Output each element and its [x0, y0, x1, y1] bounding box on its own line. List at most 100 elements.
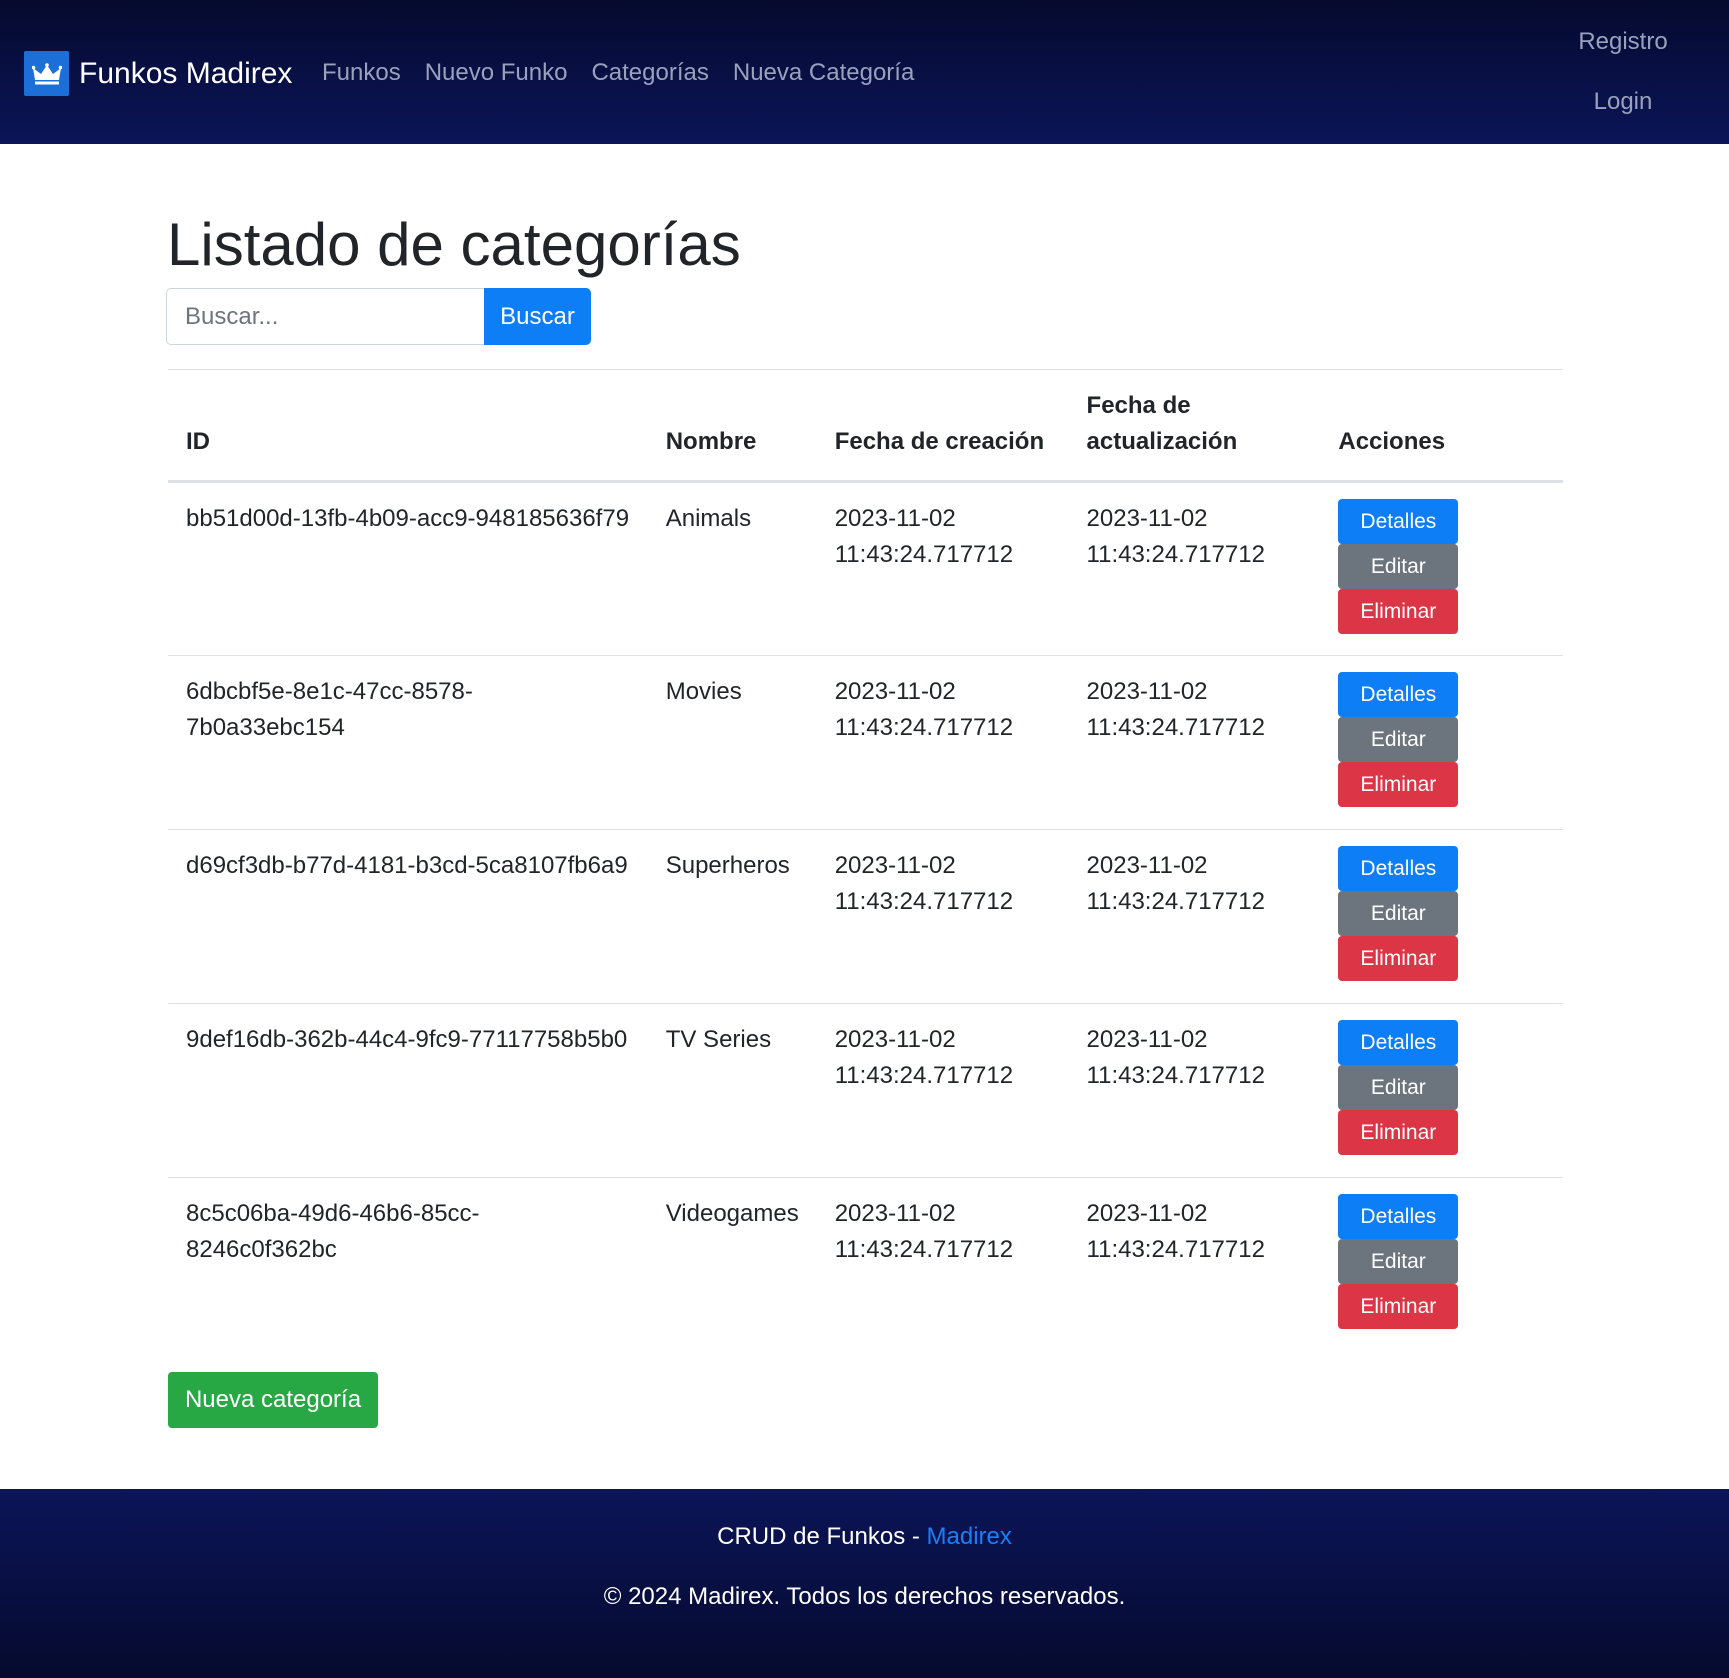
cell-acciones: Detalles Editar Eliminar: [1320, 830, 1563, 1004]
cell-fecha-actualizacion: 2023-11-02 11:43:24.717712: [1069, 1178, 1321, 1352]
nav-link-nueva-categoria[interactable]: Nueva Categoría: [733, 55, 914, 91]
cell-fecha-actualizacion: 2023-11-02 11:43:24.717712: [1069, 1004, 1321, 1178]
table-row: 9def16db-362b-44c4-9fc9-77117758b5b0 TV …: [168, 1004, 1563, 1178]
search-button[interactable]: Buscar: [484, 288, 591, 345]
details-button[interactable]: Detalles: [1338, 499, 1459, 544]
action-buttons: Detalles Editar Eliminar: [1338, 672, 1545, 807]
details-button[interactable]: Detalles: [1338, 1020, 1459, 1065]
created-time: 11:43:24.717712: [834, 541, 1014, 568]
nav-link-login[interactable]: Login: [1553, 84, 1693, 120]
cell-fecha-creacion: 2023-11-02 11:43:24.717712: [817, 830, 1069, 1004]
nav-auth-links: Registro Login: [1553, 24, 1693, 144]
table-row: 8c5c06ba-49d6-46b6-85cc-8246c0f362bc Vid…: [168, 1178, 1563, 1352]
edit-button[interactable]: Editar: [1338, 544, 1459, 589]
new-category-button[interactable]: Nueva categoría: [168, 1372, 378, 1428]
cell-id: 9def16db-362b-44c4-9fc9-77117758b5b0: [186, 1026, 628, 1053]
updated-time: 11:43:24.717712: [1086, 714, 1265, 741]
cell-fecha-creacion: 2023-11-02 11:43:24.717712: [817, 656, 1069, 830]
created-date: 2023-11-02: [834, 678, 956, 705]
edit-button[interactable]: Editar: [1338, 1239, 1459, 1284]
action-buttons: Detalles Editar Eliminar: [1338, 846, 1545, 981]
cell-id: d69cf3db-b77d-4181-b3cd-5ca8107fb6a9: [186, 852, 628, 879]
details-button[interactable]: Detalles: [1338, 672, 1459, 717]
delete-button[interactable]: Eliminar: [1338, 1110, 1459, 1155]
created-date: 2023-11-02: [834, 1200, 956, 1227]
updated-date: 2023-11-02: [1086, 1026, 1208, 1053]
cell-acciones: Detalles Editar Eliminar: [1320, 1004, 1563, 1178]
table-header: ID Nombre Fecha de creación Fecha de act…: [168, 369, 1563, 482]
cell-id: 8c5c06ba-49d6-46b6-85cc-8246c0f362bc: [186, 1200, 480, 1263]
created-time: 11:43:24.717712: [834, 888, 1014, 915]
details-button[interactable]: Detalles: [1338, 846, 1459, 891]
search-form: Buscar: [166, 288, 591, 345]
footer-copyright: © 2024 Madirex. Todos los derechos reser…: [603, 1583, 1126, 1610]
cell-id: bb51d00d-13fb-4b09-acc9-948185636f79: [186, 505, 630, 532]
categories-table: ID Nombre Fecha de creación Fecha de act…: [168, 369, 1563, 1352]
action-buttons: Detalles Editar Eliminar: [1338, 499, 1545, 634]
column-header-id: ID: [186, 428, 210, 455]
table-row: d69cf3db-b77d-4181-b3cd-5ca8107fb6a9 Sup…: [168, 830, 1563, 1004]
nav-link-nuevo-funko[interactable]: Nuevo Funko: [425, 55, 568, 91]
table-row: 6dbcbf5e-8e1c-47cc-8578-7b0a33ebc154 Mov…: [168, 656, 1563, 830]
created-date: 2023-11-02: [834, 852, 956, 879]
cell-nombre: Videogames: [665, 1200, 799, 1227]
cell-nombre: Movies: [665, 678, 742, 705]
delete-button[interactable]: Eliminar: [1338, 1284, 1459, 1329]
table-body: bb51d00d-13fb-4b09-acc9-948185636f79 Ani…: [168, 482, 1563, 1352]
created-time: 11:43:24.717712: [834, 1236, 1014, 1263]
footer-credits: CRUD de Funkos - Madirex: [0, 1519, 1729, 1555]
cell-acciones: Detalles Editar Eliminar: [1320, 1178, 1563, 1352]
cell-fecha-creacion: 2023-11-02 11:43:24.717712: [817, 1178, 1069, 1352]
cell-fecha-creacion: 2023-11-02 11:43:24.717712: [817, 482, 1069, 656]
column-header-fecha-actualizacion: Fecha de actualización: [1086, 392, 1238, 455]
cell-nombre: TV Series: [665, 1026, 772, 1053]
crown-icon: [24, 51, 69, 96]
cell-acciones: Detalles Editar Eliminar: [1320, 482, 1563, 656]
updated-date: 2023-11-02: [1086, 1200, 1208, 1227]
delete-button[interactable]: Eliminar: [1338, 762, 1459, 807]
updated-date: 2023-11-02: [1086, 678, 1208, 705]
cell-fecha-actualizacion: 2023-11-02 11:43:24.717712: [1069, 482, 1321, 656]
created-date: 2023-11-02: [834, 505, 956, 532]
edit-button[interactable]: Editar: [1338, 717, 1459, 762]
cell-id: 6dbcbf5e-8e1c-47cc-8578-7b0a33ebc154: [186, 678, 473, 741]
action-buttons: Detalles Editar Eliminar: [1338, 1194, 1545, 1329]
column-header-acciones: Acciones: [1338, 428, 1446, 455]
action-buttons: Detalles Editar Eliminar: [1338, 1020, 1545, 1155]
nav-link-funkos[interactable]: Funkos: [322, 55, 401, 91]
details-button[interactable]: Detalles: [1338, 1194, 1459, 1239]
delete-button[interactable]: Eliminar: [1338, 936, 1459, 981]
updated-time: 11:43:24.717712: [1086, 1062, 1265, 1089]
created-date: 2023-11-02: [834, 1026, 956, 1053]
updated-date: 2023-11-02: [1086, 852, 1208, 879]
table-header-row: ID Nombre Fecha de creación Fecha de act…: [168, 369, 1563, 482]
created-time: 11:43:24.717712: [834, 1062, 1014, 1089]
edit-button[interactable]: Editar: [1338, 1065, 1459, 1110]
column-header-fecha-creacion: Fecha de creación: [834, 428, 1045, 455]
nav-link-registro[interactable]: Registro: [1553, 24, 1693, 60]
navbar: Funkos Madirex Funkos Nuevo Funko Catego…: [0, 0, 1729, 144]
cell-fecha-actualizacion: 2023-11-02 11:43:24.717712: [1069, 830, 1321, 1004]
updated-time: 11:43:24.717712: [1086, 541, 1265, 568]
cell-fecha-creacion: 2023-11-02 11:43:24.717712: [817, 1004, 1069, 1178]
updated-time: 11:43:24.717712: [1086, 888, 1265, 915]
cell-nombre: Animals: [665, 505, 752, 532]
nav-links: Funkos Nuevo Funko Categorías Nueva Cate…: [322, 55, 938, 91]
cell-fecha-actualizacion: 2023-11-02 11:43:24.717712: [1069, 656, 1321, 830]
footer-credits-text: CRUD de Funkos -: [717, 1523, 927, 1550]
edit-button[interactable]: Editar: [1338, 891, 1459, 936]
search-input[interactable]: [166, 288, 484, 345]
nav-link-categorias[interactable]: Categorías: [591, 55, 708, 91]
updated-time: 11:43:24.717712: [1086, 1236, 1265, 1263]
page-title: Listado de categorías: [167, 211, 741, 278]
brand[interactable]: Funkos Madirex: [24, 51, 292, 96]
column-header-nombre: Nombre: [665, 428, 757, 455]
updated-date: 2023-11-02: [1086, 505, 1208, 532]
cell-acciones: Detalles Editar Eliminar: [1320, 656, 1563, 830]
footer: CRUD de Funkos - Madirex © 2024 Madirex.…: [0, 1489, 1729, 1678]
brand-name: Funkos Madirex: [79, 57, 293, 90]
table-row: bb51d00d-13fb-4b09-acc9-948185636f79 Ani…: [168, 482, 1563, 656]
cell-nombre: Superheros: [665, 852, 790, 879]
delete-button[interactable]: Eliminar: [1338, 589, 1459, 634]
footer-author-link[interactable]: Madirex: [927, 1523, 1012, 1550]
